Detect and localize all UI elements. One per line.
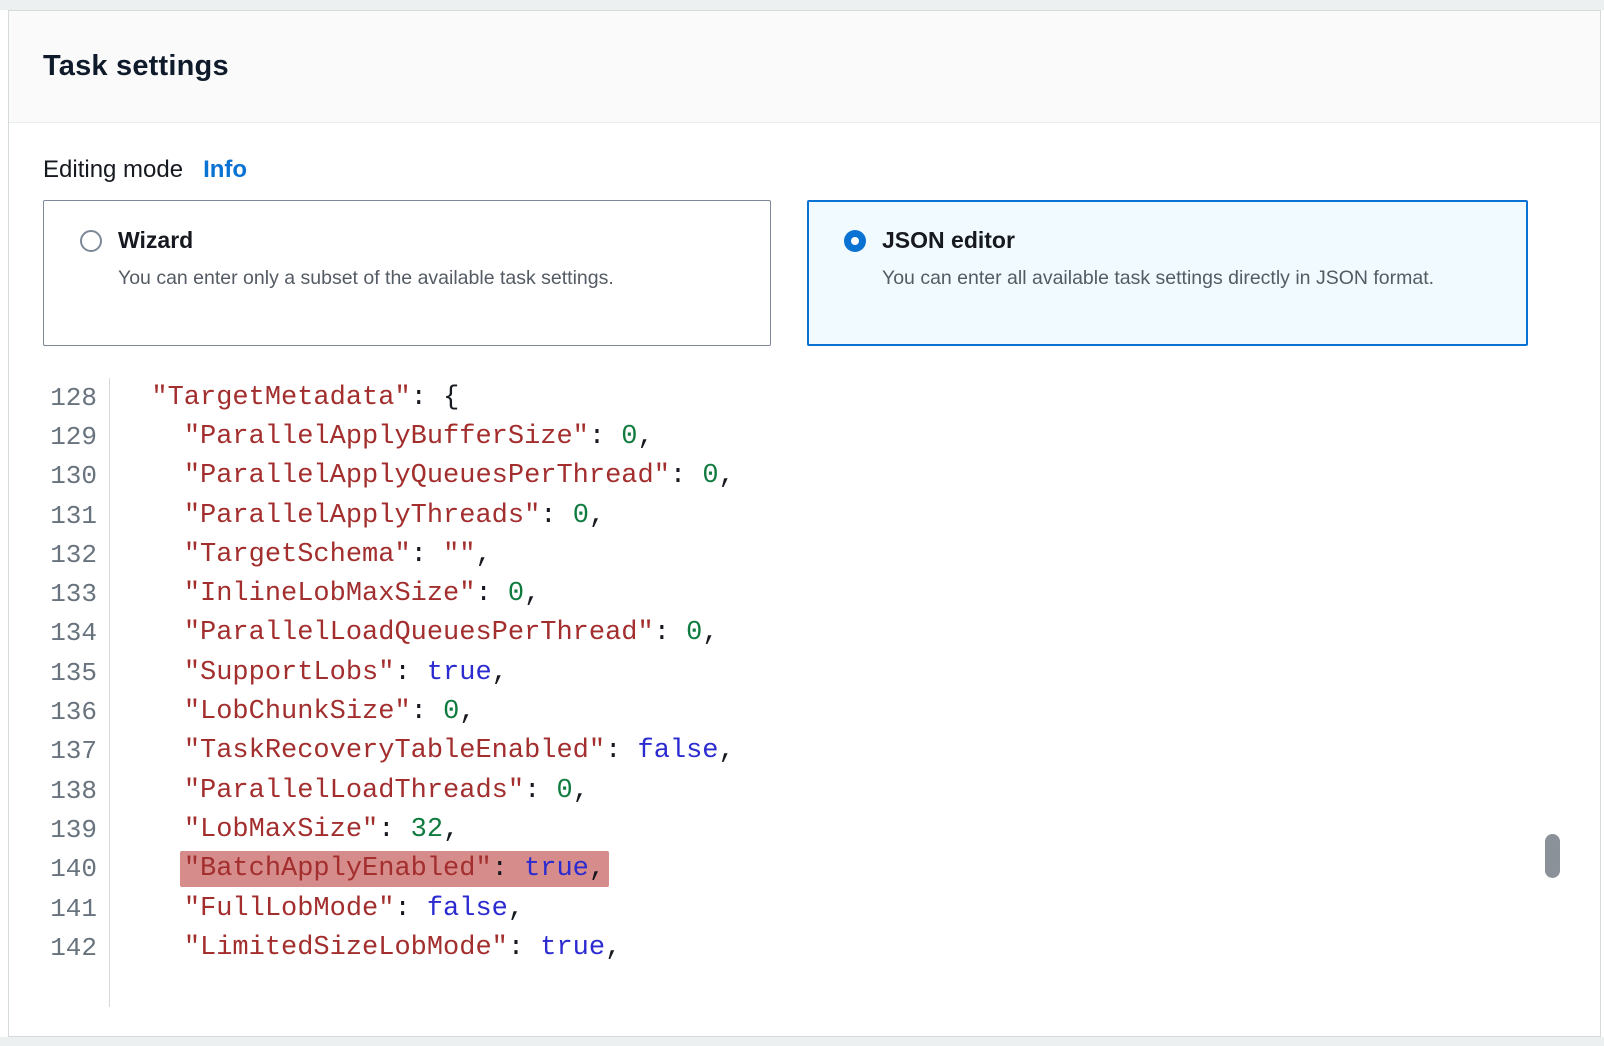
- panel-header: Task settings: [9, 11, 1600, 123]
- code-line: 134 "ParallelLoadQueuesPerThread": 0,: [9, 614, 1600, 653]
- code-line: 137 "TaskRecoveryTableEnabled": false,: [9, 732, 1600, 771]
- editing-mode-row: Editing mode Info: [43, 156, 1600, 184]
- line-number: 141: [9, 889, 110, 928]
- code-line-text[interactable]: "ParallelApplyQueuesPerThread": 0,: [110, 461, 735, 491]
- json-editor-option-description: You can enter all available task setting…: [882, 263, 1487, 294]
- code-line-text[interactable]: "TargetMetadata": {: [110, 383, 459, 413]
- option-card-wizard[interactable]: Wizard You can enter only a subset of th…: [43, 200, 771, 346]
- code-span: "TargetMetadata": {: [151, 383, 459, 413]
- code-line-text[interactable]: "LobMaxSize": 32,: [110, 815, 459, 845]
- editing-mode-options: Wizard You can enter only a subset of th…: [43, 200, 1600, 346]
- code-line-text[interactable]: "TaskRecoveryTableEnabled": false,: [110, 736, 735, 766]
- line-number: 131: [9, 496, 110, 535]
- code-line-text[interactable]: "ParallelLoadThreads": 0,: [110, 776, 589, 806]
- line-number-empty: [9, 967, 110, 1006]
- line-number: 138: [9, 771, 110, 810]
- code-line: 141 "FullLobMode": false,: [9, 889, 1600, 928]
- code-line-text[interactable]: "BatchApplyEnabled": true,: [110, 854, 605, 884]
- code-span: "ParallelLoadQueuesPerThread": 0,: [184, 618, 719, 648]
- line-number: 135: [9, 653, 110, 692]
- code-line: 140 "BatchApplyEnabled": true,: [9, 850, 1600, 889]
- option-json-head: JSON editor: [844, 227, 1506, 254]
- code-line: 131 "ParallelApplyThreads": 0,: [9, 496, 1600, 535]
- code-line: 130 "ParallelApplyQueuesPerThread": 0,: [9, 457, 1600, 496]
- code-line-text[interactable]: "SupportLobs": true,: [110, 658, 508, 688]
- code-span: "LimitedSizeLobMode": true,: [184, 933, 621, 963]
- code-span: "ParallelApplyBufferSize": 0,: [184, 422, 654, 452]
- wizard-radio-button[interactable]: [80, 230, 102, 252]
- code-span: "ParallelApplyThreads": 0,: [184, 501, 605, 531]
- code-line-text[interactable]: "TargetSchema": "",: [110, 540, 492, 570]
- code-line: 136 "LobChunkSize": 0,: [9, 692, 1600, 731]
- line-number: 140: [9, 850, 110, 889]
- wizard-option-description: You can enter only a subset of the avail…: [118, 263, 750, 294]
- code-span: "TargetSchema": "",: [184, 540, 492, 570]
- code-line: 132 "TargetSchema": "",: [9, 535, 1600, 574]
- page-background-bottom: [0, 1037, 1604, 1046]
- editor-scrollbar-thumb[interactable]: [1545, 834, 1560, 878]
- code-line: 142 "LimitedSizeLobMode": true,: [9, 928, 1600, 967]
- code-line: 133 "InlineLobMaxSize": 0,: [9, 574, 1600, 613]
- option-wizard-head: Wizard: [80, 227, 750, 254]
- code-span: "SupportLobs": true,: [184, 658, 508, 688]
- gutter-extension: [9, 967, 1600, 1006]
- line-number: 137: [9, 732, 110, 771]
- code-line-text[interactable]: "InlineLobMaxSize": 0,: [110, 579, 540, 609]
- code-line: 138 "ParallelLoadThreads": 0,: [9, 771, 1600, 810]
- code-line-text[interactable]: "LobChunkSize": 0,: [110, 697, 475, 727]
- line-number: 134: [9, 614, 110, 653]
- code-line-text[interactable]: "ParallelApplyThreads": 0,: [110, 501, 605, 531]
- line-number: 129: [9, 417, 110, 456]
- line-number: 132: [9, 535, 110, 574]
- json-editor-radio-button[interactable]: [844, 230, 866, 252]
- code-span: "ParallelApplyQueuesPerThread": 0,: [184, 461, 735, 491]
- line-number: 142: [9, 928, 110, 967]
- page-background-top: [0, 0, 1604, 10]
- editing-mode-label: Editing mode: [43, 156, 183, 184]
- code-span: "LobChunkSize": 0,: [184, 697, 476, 727]
- line-number: 128: [9, 378, 110, 417]
- code-span: "LobMaxSize": 32,: [184, 815, 459, 845]
- code-line-text[interactable]: "ParallelApplyBufferSize": 0,: [110, 422, 654, 452]
- wizard-option-title: Wizard: [118, 227, 193, 254]
- line-number: 133: [9, 574, 110, 613]
- json-code-editor[interactable]: 128 "TargetMetadata": {129 "ParallelAppl…: [9, 378, 1600, 1007]
- json-editor-option-title: JSON editor: [882, 227, 1015, 254]
- code-line-text[interactable]: "LimitedSizeLobMode": true,: [110, 933, 621, 963]
- option-card-json-editor[interactable]: JSON editor You can enter all available …: [807, 200, 1528, 346]
- highlighted-code-span: "BatchApplyEnabled": true,: [180, 851, 609, 887]
- line-number: 130: [9, 457, 110, 496]
- code-line: 135 "SupportLobs": true,: [9, 653, 1600, 692]
- code-line-text[interactable]: "ParallelLoadQueuesPerThread": 0,: [110, 618, 719, 648]
- code-span: "InlineLobMaxSize": 0,: [184, 579, 540, 609]
- code-span: "ParallelLoadThreads": 0,: [184, 776, 589, 806]
- code-line: 129 "ParallelApplyBufferSize": 0,: [9, 417, 1600, 456]
- code-line-text[interactable]: "FullLobMode": false,: [110, 894, 524, 924]
- task-settings-panel: Task settings Editing mode Info Wizard Y…: [8, 10, 1601, 1037]
- info-link[interactable]: Info: [203, 156, 247, 184]
- code-line: 139 "LobMaxSize": 32,: [9, 810, 1600, 849]
- code-span: "FullLobMode": false,: [184, 894, 524, 924]
- line-number: 139: [9, 810, 110, 849]
- line-number: 136: [9, 692, 110, 731]
- code-line: 128 "TargetMetadata": {: [9, 378, 1600, 417]
- panel-title: Task settings: [43, 50, 229, 83]
- panel-body: Editing mode Info Wizard You can enter o…: [9, 156, 1600, 1007]
- code-span: "TaskRecoveryTableEnabled": false,: [184, 736, 735, 766]
